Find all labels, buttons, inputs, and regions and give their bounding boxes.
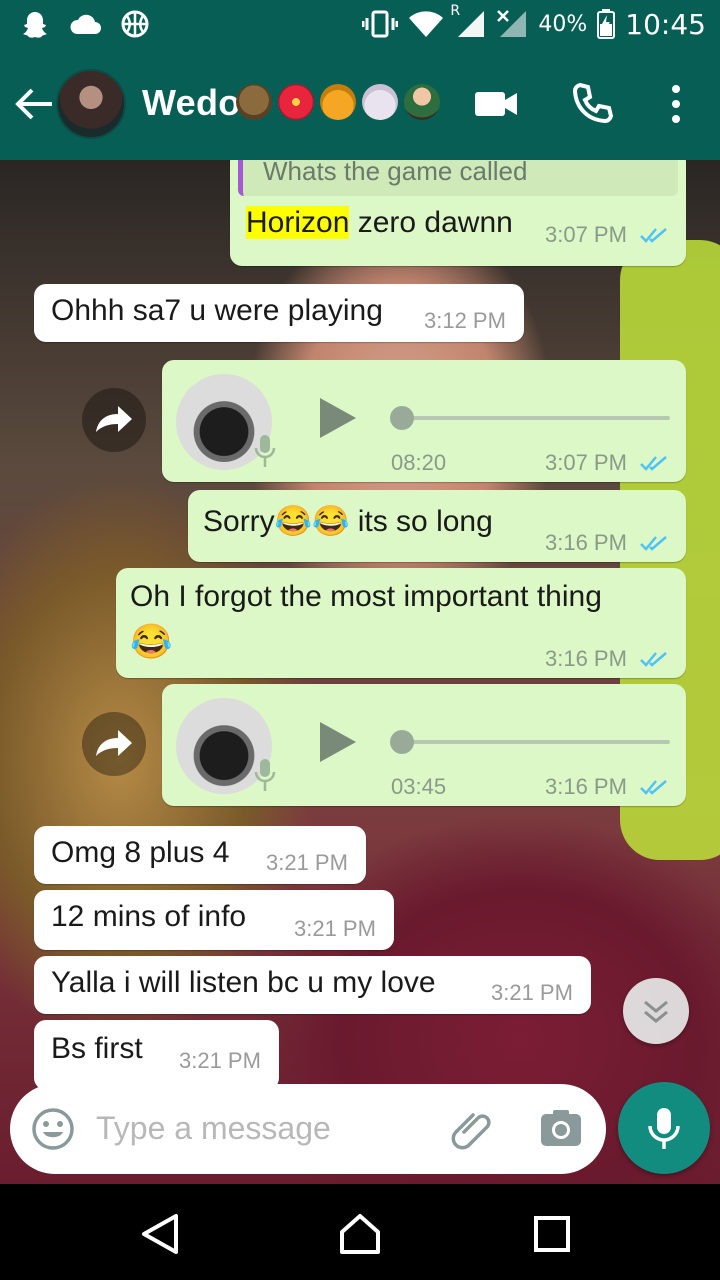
message-time: 3:21 PM (294, 916, 376, 941)
honey-pot-emoji-icon (320, 84, 356, 120)
play-icon[interactable] (316, 394, 360, 442)
highlighted-word: Horizon (246, 206, 350, 239)
nav-back-icon[interactable] (136, 1210, 184, 1258)
incoming-message[interactable]: 12 mins of info 3:21 PM (34, 890, 394, 950)
read-ticks-icon (640, 652, 667, 667)
audio-seek-handle[interactable] (390, 730, 414, 754)
wifi-icon (409, 11, 444, 37)
forward-icon (96, 730, 132, 756)
battery-percent: 40% (538, 11, 588, 37)
system-nav-bar (0, 1184, 720, 1280)
audio-seek-handle[interactable] (390, 406, 414, 430)
contact-name-emojis (236, 84, 440, 120)
more-options-icon[interactable] (652, 80, 700, 128)
chat-wallpaper[interactable]: Whats the game called Horizon zero dawnn… (0, 160, 720, 1184)
snapchat-icon (23, 12, 47, 38)
voice-duration: 08:20 (391, 450, 447, 475)
owl-emoji-icon (236, 84, 272, 120)
microphone-icon (648, 1108, 680, 1149)
quoted-text: Whats the game called (263, 160, 528, 186)
voice-duration: 03:45 (391, 774, 447, 799)
voice-message[interactable]: 03:45 3:16 PM (162, 684, 686, 806)
forward-icon (96, 406, 132, 432)
contact-avatar[interactable] (56, 69, 126, 139)
message-input-bar: Type a message (10, 1084, 606, 1174)
read-ticks-icon (640, 536, 667, 551)
audio-track[interactable] (392, 416, 670, 420)
message-time: 3:07 PM (545, 222, 627, 247)
cloud-icon (70, 14, 101, 34)
message-text: Yalla i will listen bc u my love (51, 966, 436, 999)
message-time: 3:16 PM (545, 646, 627, 671)
attachment-icon[interactable] (450, 1106, 496, 1152)
contact-name[interactable]: Wedo (142, 82, 241, 124)
read-ticks-icon (640, 780, 667, 795)
nav-home-icon[interactable] (336, 1210, 384, 1258)
message-text: Horizon zero dawnn (246, 206, 513, 240)
read-ticks-icon (640, 228, 667, 243)
rabbit-emoji-icon (362, 84, 398, 120)
nav-recents-icon[interactable] (528, 1210, 576, 1258)
mic-small-icon (254, 759, 276, 791)
vibrate-icon (362, 10, 399, 38)
back-arrow-icon[interactable] (12, 84, 56, 124)
incoming-message[interactable]: Omg 8 plus 4 3:21 PM (34, 826, 366, 884)
voice-message[interactable]: 08:20 3:07 PM (162, 360, 686, 482)
message-time: 3:21 PM (266, 850, 348, 875)
chat-header: Wedo (0, 48, 720, 160)
signal-x-icon (497, 10, 527, 37)
quoted-message[interactable]: Whats the game called (238, 160, 678, 196)
incoming-message[interactable]: Ohhh sa7 u were playing 3:12 PM (34, 284, 524, 342)
scroll-to-bottom-button[interactable] (623, 978, 689, 1044)
battery-charging-icon (597, 9, 616, 39)
message-input[interactable]: Type a message (96, 1110, 331, 1147)
read-ticks-icon (640, 456, 667, 471)
forward-button[interactable] (82, 388, 146, 452)
message-time: 3:21 PM (179, 1048, 261, 1073)
basketball-icon (121, 10, 149, 38)
outgoing-message[interactable]: Sorry😂😂 its so long 3:16 PM (188, 490, 686, 562)
outgoing-message[interactable]: Oh I forgot the most important thing 😂 3… (116, 568, 686, 678)
signal-icon: R (450, 3, 486, 39)
voice-call-icon[interactable] (568, 80, 616, 128)
emoji-icon[interactable] (30, 1106, 76, 1152)
message-time: 3:07 PM (545, 450, 627, 475)
camera-icon[interactable] (538, 1108, 584, 1150)
message-time: 3:16 PM (545, 530, 627, 555)
incoming-message[interactable]: Yalla i will listen bc u my love 3:21 PM (34, 956, 591, 1014)
mic-small-icon (254, 435, 276, 467)
play-icon[interactable] (316, 718, 360, 766)
message-time: 3:21 PM (491, 980, 573, 1005)
message-text: 12 mins of info (51, 900, 247, 933)
message-time: 3:12 PM (424, 308, 506, 333)
hibiscus-emoji-icon (278, 84, 314, 120)
message-text: Oh I forgot the most important thing (130, 580, 602, 613)
message-text-emoji: 😂 (130, 623, 173, 661)
status-bar: R 40% 10:45 (0, 0, 720, 48)
audio-track[interactable] (392, 740, 670, 744)
message-text: Omg 8 plus 4 (51, 836, 230, 869)
message-text: Ohhh sa7 u were playing (51, 294, 383, 327)
outgoing-message[interactable]: Whats the game called Horizon zero dawnn… (230, 160, 686, 266)
message-text-rest: zero dawnn (349, 206, 513, 239)
voice-record-button[interactable] (618, 1082, 710, 1174)
message-text: Sorry😂😂 its so long (203, 505, 493, 538)
woman-emoji-icon (404, 84, 440, 120)
video-call-icon[interactable] (472, 80, 520, 128)
forward-button[interactable] (82, 712, 146, 776)
clock: 10:45 (625, 7, 706, 41)
double-chevron-down-icon (644, 1000, 668, 1023)
message-text: Bs first (51, 1032, 143, 1065)
roaming-label: R (450, 3, 461, 19)
message-time: 3:16 PM (545, 774, 627, 799)
incoming-message[interactable]: Bs first 3:21 PM (34, 1020, 279, 1090)
